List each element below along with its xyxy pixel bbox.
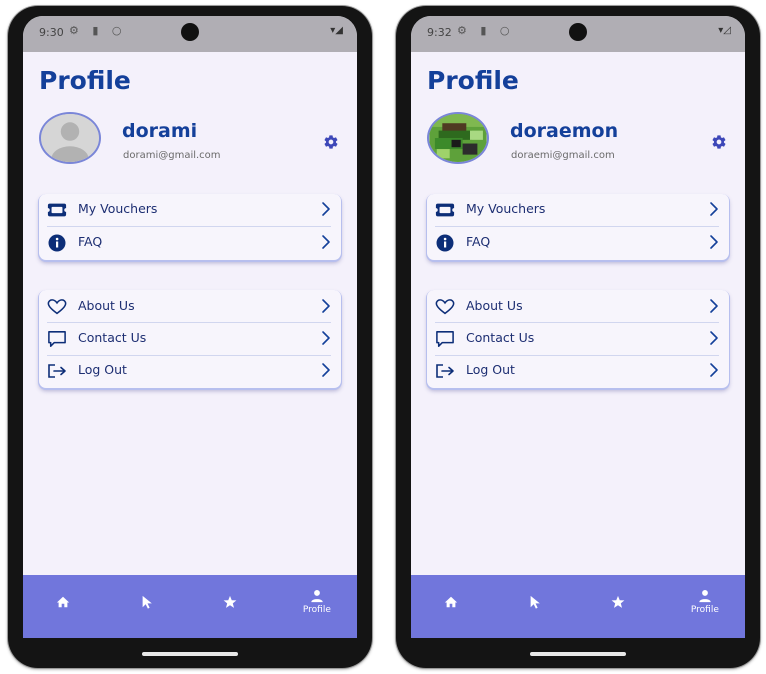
home-icon	[56, 595, 70, 609]
star-icon	[223, 595, 237, 609]
nav-label: Profile	[302, 605, 331, 615]
gear-icon[interactable]	[323, 134, 339, 150]
person-icon	[698, 589, 712, 603]
menu-item-label: My Vouchers	[466, 201, 546, 216]
status-bar: 9:30 ⚙ ▮ ○ ▾◢	[23, 16, 357, 52]
gear-icon[interactable]	[711, 134, 727, 150]
signal-icon: ▾◿	[718, 25, 731, 36]
chevron-right-icon	[321, 201, 331, 217]
nav-favorites[interactable]	[210, 595, 250, 631]
profile-screen: 9:32 ⚙ ▮ ○ ▾◿ Profile doraemon doraemi@g…	[411, 16, 745, 638]
menu-item-contact-us[interactable]: Contact Us	[47, 323, 331, 355]
menu-item-about-us[interactable]: About Us	[435, 291, 719, 323]
gesture-bar[interactable]	[530, 652, 626, 656]
front-camera	[569, 23, 587, 41]
menu-item-log-out[interactable]: Log Out	[435, 355, 719, 387]
page-title: Profile	[427, 66, 519, 95]
chevron-right-icon	[709, 330, 719, 346]
phone-left: 9:30 ⚙ ▮ ○ ▾◢ Profile dorami dorami@gmai…	[8, 6, 372, 668]
cursor-icon	[140, 595, 154, 609]
status-time: 9:32	[427, 26, 452, 39]
bottom-nav: Profile	[23, 575, 357, 638]
menu-item-label: FAQ	[466, 234, 491, 249]
menu-item-label: Log Out	[78, 362, 127, 377]
secondary-menu-card: About Us Contact Us Log Out	[427, 290, 729, 388]
status-notification-icons: ⚙ ▮ ○	[69, 24, 127, 37]
menu-item-log-out[interactable]: Log Out	[47, 355, 331, 387]
menu-item-my-vouchers[interactable]: My Vouchers	[47, 194, 331, 226]
user-name: doraemon	[510, 120, 619, 142]
default-person-icon	[41, 114, 99, 162]
gesture-bar[interactable]	[142, 652, 238, 656]
star-icon	[611, 595, 625, 609]
nav-profile[interactable]: Profile	[297, 595, 337, 631]
page-title: Profile	[39, 66, 131, 95]
avatar[interactable]	[39, 112, 101, 164]
avatar[interactable]	[427, 112, 489, 164]
chevron-right-icon	[321, 234, 331, 250]
chat-icon	[47, 330, 67, 348]
menu-item-faq[interactable]: FAQ	[435, 227, 719, 259]
nav-home[interactable]	[431, 595, 471, 631]
nav-favorites[interactable]	[598, 595, 638, 631]
menu-item-label: Log Out	[466, 362, 515, 377]
heart-icon	[47, 298, 67, 316]
menu-item-about-us[interactable]: About Us	[47, 291, 331, 323]
menu-item-label: Contact Us	[78, 330, 147, 345]
person-icon	[310, 589, 324, 603]
profile-screen: 9:30 ⚙ ▮ ○ ▾◢ Profile dorami dorami@gmai…	[23, 16, 357, 638]
status-time: 9:30	[39, 26, 64, 39]
menu-item-label: Contact Us	[466, 330, 535, 345]
pixel-art-avatar-icon	[429, 114, 487, 162]
nav-profile[interactable]: Profile	[685, 595, 725, 631]
heart-icon	[435, 298, 455, 316]
user-email: dorami@gmail.com	[123, 150, 221, 161]
status-notification-icons: ⚙ ▮ ○	[457, 24, 515, 37]
logout-icon	[435, 362, 455, 380]
menu-item-label: FAQ	[78, 234, 103, 249]
menu-item-my-vouchers[interactable]: My Vouchers	[435, 194, 719, 226]
chevron-right-icon	[321, 298, 331, 314]
chevron-right-icon	[709, 234, 719, 250]
phone-right: 9:32 ⚙ ▮ ○ ▾◿ Profile doraemon doraemi@g…	[396, 6, 760, 668]
nav-cursor[interactable]	[127, 595, 167, 631]
chevron-right-icon	[321, 362, 331, 378]
menu-item-label: About Us	[78, 298, 135, 313]
home-icon	[444, 595, 458, 609]
signal-icon: ▾◢	[330, 25, 343, 36]
cursor-icon	[528, 595, 542, 609]
ticket-icon	[47, 201, 67, 219]
chevron-right-icon	[709, 201, 719, 217]
info-icon	[435, 234, 455, 252]
status-bar: 9:32 ⚙ ▮ ○ ▾◿	[411, 16, 745, 52]
primary-menu-card: My Vouchers FAQ	[427, 194, 729, 260]
nav-home[interactable]	[43, 595, 83, 631]
menu-item-faq[interactable]: FAQ	[47, 227, 331, 259]
chevron-right-icon	[709, 362, 719, 378]
front-camera	[181, 23, 199, 41]
menu-item-label: About Us	[466, 298, 523, 313]
nav-label: Profile	[690, 605, 719, 615]
nav-cursor[interactable]	[515, 595, 555, 631]
primary-menu-card: My Vouchers FAQ	[39, 194, 341, 260]
secondary-menu-card: About Us Contact Us Log Out	[39, 290, 341, 388]
chevron-right-icon	[321, 330, 331, 346]
menu-item-label: My Vouchers	[78, 201, 158, 216]
menu-item-contact-us[interactable]: Contact Us	[435, 323, 719, 355]
bottom-nav: Profile	[411, 575, 745, 638]
chat-icon	[435, 330, 455, 348]
chevron-right-icon	[709, 298, 719, 314]
ticket-icon	[435, 201, 455, 219]
info-icon	[47, 234, 67, 252]
user-name: dorami	[122, 120, 198, 142]
user-email: doraemi@gmail.com	[511, 150, 615, 161]
logout-icon	[47, 362, 67, 380]
